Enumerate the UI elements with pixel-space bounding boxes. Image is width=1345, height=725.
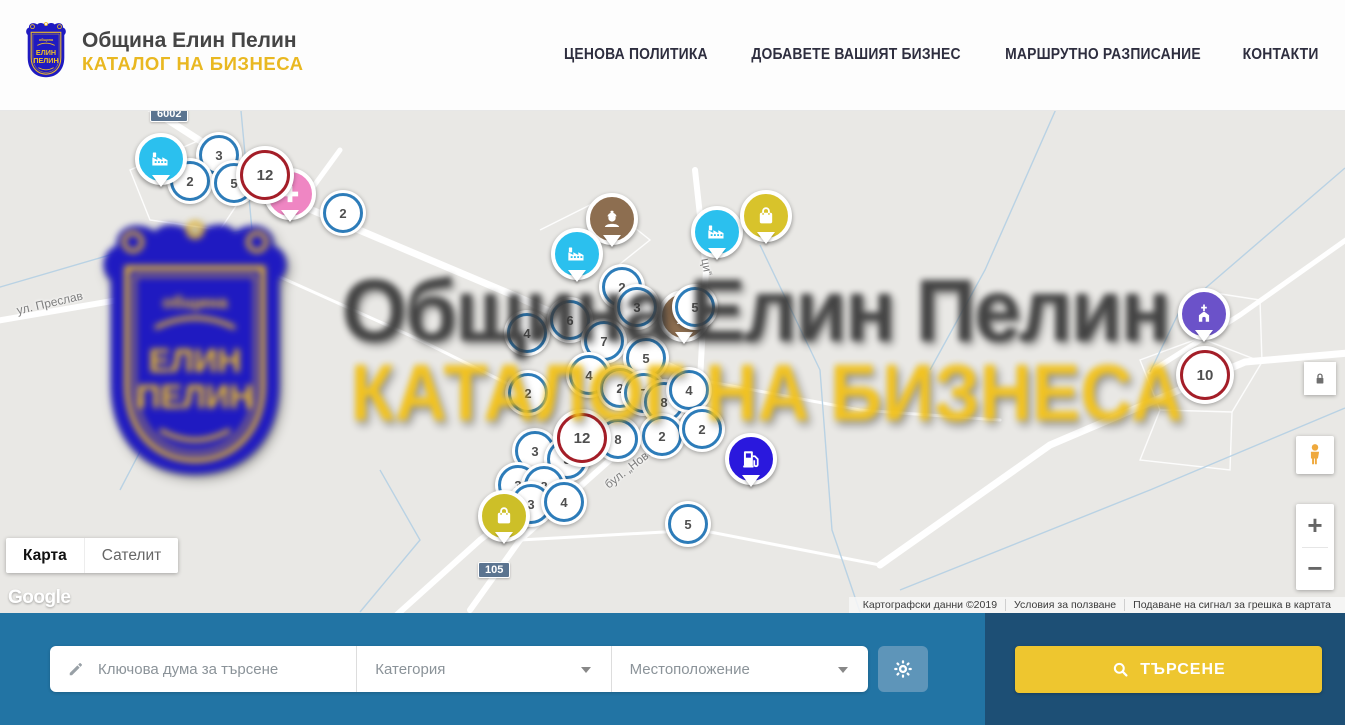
nav-item-add-business[interactable]: ДОБАВЕТЕ ВАШИЯТ БИЗНЕС [751,47,960,64]
zoom-control: + − [1296,504,1334,590]
search-fields: Категория Местоположение [50,646,868,692]
cluster-count: 2 [508,373,548,413]
cluster-count: 12 [557,413,607,463]
municipality-crest-logo: община ЕЛИН ПЕЛИН [22,21,70,82]
svg-text:ЕЛИН: ЕЛИН [36,49,56,57]
site-title: Община Елин Пелин [82,29,303,53]
attribution-link[interactable]: Условия за ползване [1005,599,1124,611]
chevron-down-icon [581,667,591,678]
cluster-marker[interactable]: 12 [553,409,611,467]
keyword-input[interactable] [96,660,356,679]
keyword-field [50,646,356,692]
nav-item-pricing[interactable]: ЦЕНОВА ПОЛИТИКА [564,47,708,64]
svg-text:ПЕЛИН: ПЕЛИН [33,57,58,65]
svg-text:община: община [39,38,54,42]
map-type-switch: КартаСателит [6,538,178,573]
cluster-marker[interactable]: 2 [320,190,366,236]
church-pin[interactable] [1178,288,1230,340]
gear-icon [892,658,914,680]
cluster-marker[interactable]: 2 [679,406,725,452]
lock-icon [1311,370,1329,388]
cluster-marker[interactable]: 12 [236,146,294,204]
cluster-count: 12 [240,150,290,200]
church-icon [1191,301,1217,327]
cluster-count: 3 [617,287,657,327]
factory-pin[interactable] [691,206,743,258]
map-canvas[interactable]: ул. Преславбул. „Новоселци“ 6002105 3251… [0,110,1345,613]
attribution-text: Картографски данни ©2019 [855,599,1005,611]
cluster-count: 2 [323,193,363,233]
search-icon [1111,660,1130,679]
header: община ЕЛИН ПЕЛИН Община Елин Пелин КАТА… [0,0,1345,111]
cluster-count: 2 [682,409,722,449]
factory-pin[interactable] [135,133,187,185]
search-section: ТЪРСЕНЕ Категория Местоположение [0,613,1345,725]
cluster-marker[interactable]: 2 [505,370,551,416]
cluster-marker[interactable]: 3 [614,284,660,330]
factory-icon [148,146,174,172]
map-attribution: Картографски данни ©2019Условия за ползв… [849,597,1345,613]
lock-button[interactable] [1304,362,1336,395]
pegman-control[interactable] [1296,436,1334,474]
cluster-count: 5 [675,287,715,327]
search-button-panel: ТЪРСЕНЕ [985,613,1345,725]
cluster-count: 2 [642,416,682,456]
road-badge: 6002 [150,110,188,122]
factory-icon [564,241,590,267]
zoom-out-button[interactable]: − [1296,548,1334,590]
google-logo: Google [8,587,70,609]
cluster-marker[interactable]: 5 [665,501,711,547]
cluster-count: 10 [1180,350,1230,400]
cluster-count: 5 [668,504,708,544]
attribution-link[interactable]: Подаване на сигнал за грешка в картата [1124,599,1339,611]
site-subtitle: КАТАЛОГ НА БИЗНЕСА [82,53,303,74]
cluster-count: 4 [507,313,547,353]
brand[interactable]: община ЕЛИН ПЕЛИН Община Елин Пелин КАТА… [22,21,303,82]
cluster-marker[interactable]: 10 [1176,346,1234,404]
search-button[interactable]: ТЪРСЕНЕ [1015,646,1322,693]
zoom-in-button[interactable]: + [1296,505,1334,547]
pencil-icon [66,659,86,679]
nav-item-route-schedule[interactable]: МАРШРУТНО РАЗПИСАНИЕ [1005,47,1201,64]
bag-icon [491,503,517,529]
cluster-marker[interactable]: 4 [541,479,587,525]
cluster-count: 4 [669,370,709,410]
factory-icon [704,219,730,245]
nav-item-contacts[interactable]: КОНТАКТИ [1242,47,1318,64]
worker-icon [599,206,625,232]
cluster-count: 4 [544,482,584,522]
bag-icon [753,203,779,229]
main-nav: ЦЕНОВА ПОЛИТИКА ДОБАВЕТЕ ВАШИЯТ БИЗНЕС МАР… [561,0,1320,110]
cluster-marker[interactable]: 2 [639,413,685,459]
factory-pin[interactable] [551,228,603,280]
bag-pin[interactable] [478,490,530,542]
pegman-icon [1302,442,1328,468]
category-select[interactable]: Категория [356,646,610,692]
road-badge: 105 [478,562,510,578]
fuel-icon [738,446,764,472]
advanced-search-button[interactable] [878,646,928,692]
bag-pin[interactable] [740,190,792,242]
chevron-down-icon [838,667,848,678]
map-type-satellite[interactable]: Сателит [84,538,178,573]
location-select[interactable]: Местоположение [611,646,868,692]
cluster-marker[interactable]: 4 [504,310,550,356]
fuel-pin[interactable] [725,433,777,485]
map-type-map[interactable]: Карта [6,538,84,573]
cluster-marker[interactable]: 5 [672,284,718,330]
